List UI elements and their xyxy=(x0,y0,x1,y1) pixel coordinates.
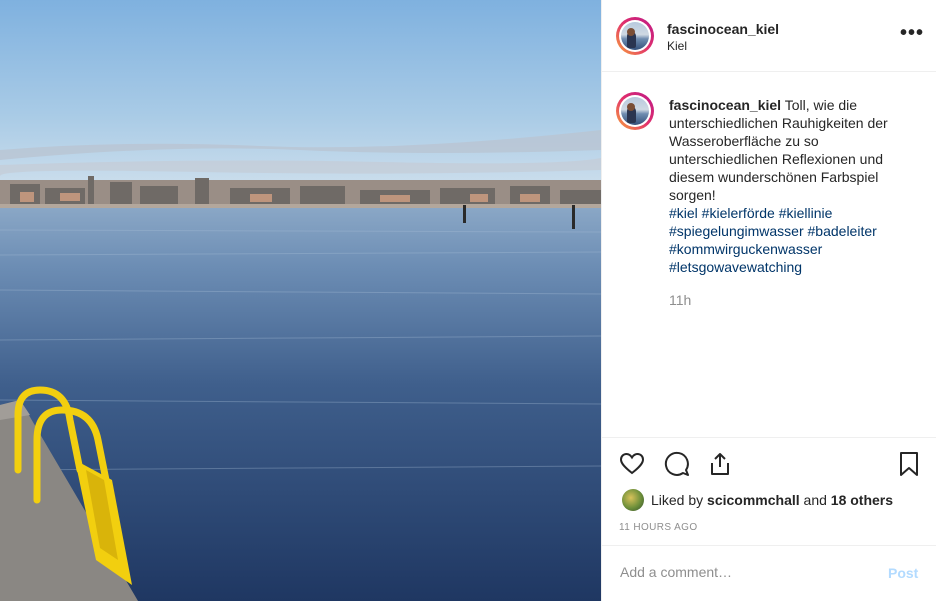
share-icon[interactable] xyxy=(707,451,733,477)
hashtag-line[interactable]: #kommwirguckenwasser xyxy=(669,240,921,258)
caption-avatar[interactable] xyxy=(616,92,654,130)
user-avatar[interactable] xyxy=(616,17,654,55)
harbor-photo-image xyxy=(0,0,601,601)
ellipsis-icon[interactable]: ••• xyxy=(900,23,924,43)
likes-and: and xyxy=(803,492,827,508)
post-side-panel: fascinocean_kiel Kiel ••• fascinocean_ki… xyxy=(601,0,936,601)
bookmark-icon[interactable] xyxy=(896,451,922,477)
hashtag-list: #kiel #kielerförde #kiellinie #spiegelun… xyxy=(669,204,921,276)
comment-input[interactable] xyxy=(620,564,870,580)
likes-others[interactable]: 18 others xyxy=(831,492,893,508)
post-caption: fascinocean_kiel Toll, wie die unterschi… xyxy=(669,96,921,276)
likes-text: Liked by scicommchall and 18 others xyxy=(651,492,893,508)
heart-icon[interactable] xyxy=(619,451,645,477)
caption-time: 11h xyxy=(669,292,692,308)
hashtag-line[interactable]: #kiel #kielerförde #kiellinie xyxy=(669,204,921,222)
instagram-post: fascinocean_kiel Kiel ••• fascinocean_ki… xyxy=(0,0,936,601)
hashtag-line[interactable]: #letsgowavewatching xyxy=(669,258,921,276)
liked-by-user[interactable]: scicommchall xyxy=(707,492,800,508)
actions-divider xyxy=(602,437,936,439)
post-photo[interactable] xyxy=(0,0,601,601)
header-username[interactable]: fascinocean_kiel xyxy=(667,21,779,37)
post-header: fascinocean_kiel Kiel ••• xyxy=(602,0,936,72)
hashtag-line[interactable]: #spiegelungimwasser #badeleiter xyxy=(669,222,921,240)
post-button[interactable]: Post xyxy=(888,565,918,581)
post-timestamp: 11 HOURS AGO xyxy=(619,522,698,533)
header-location[interactable]: Kiel xyxy=(667,39,687,53)
comment-icon[interactable] xyxy=(664,451,690,477)
likes-prefix: Liked by xyxy=(651,492,704,508)
liker-avatar[interactable] xyxy=(622,489,644,511)
caption-username[interactable]: fascinocean_kiel xyxy=(669,97,781,113)
